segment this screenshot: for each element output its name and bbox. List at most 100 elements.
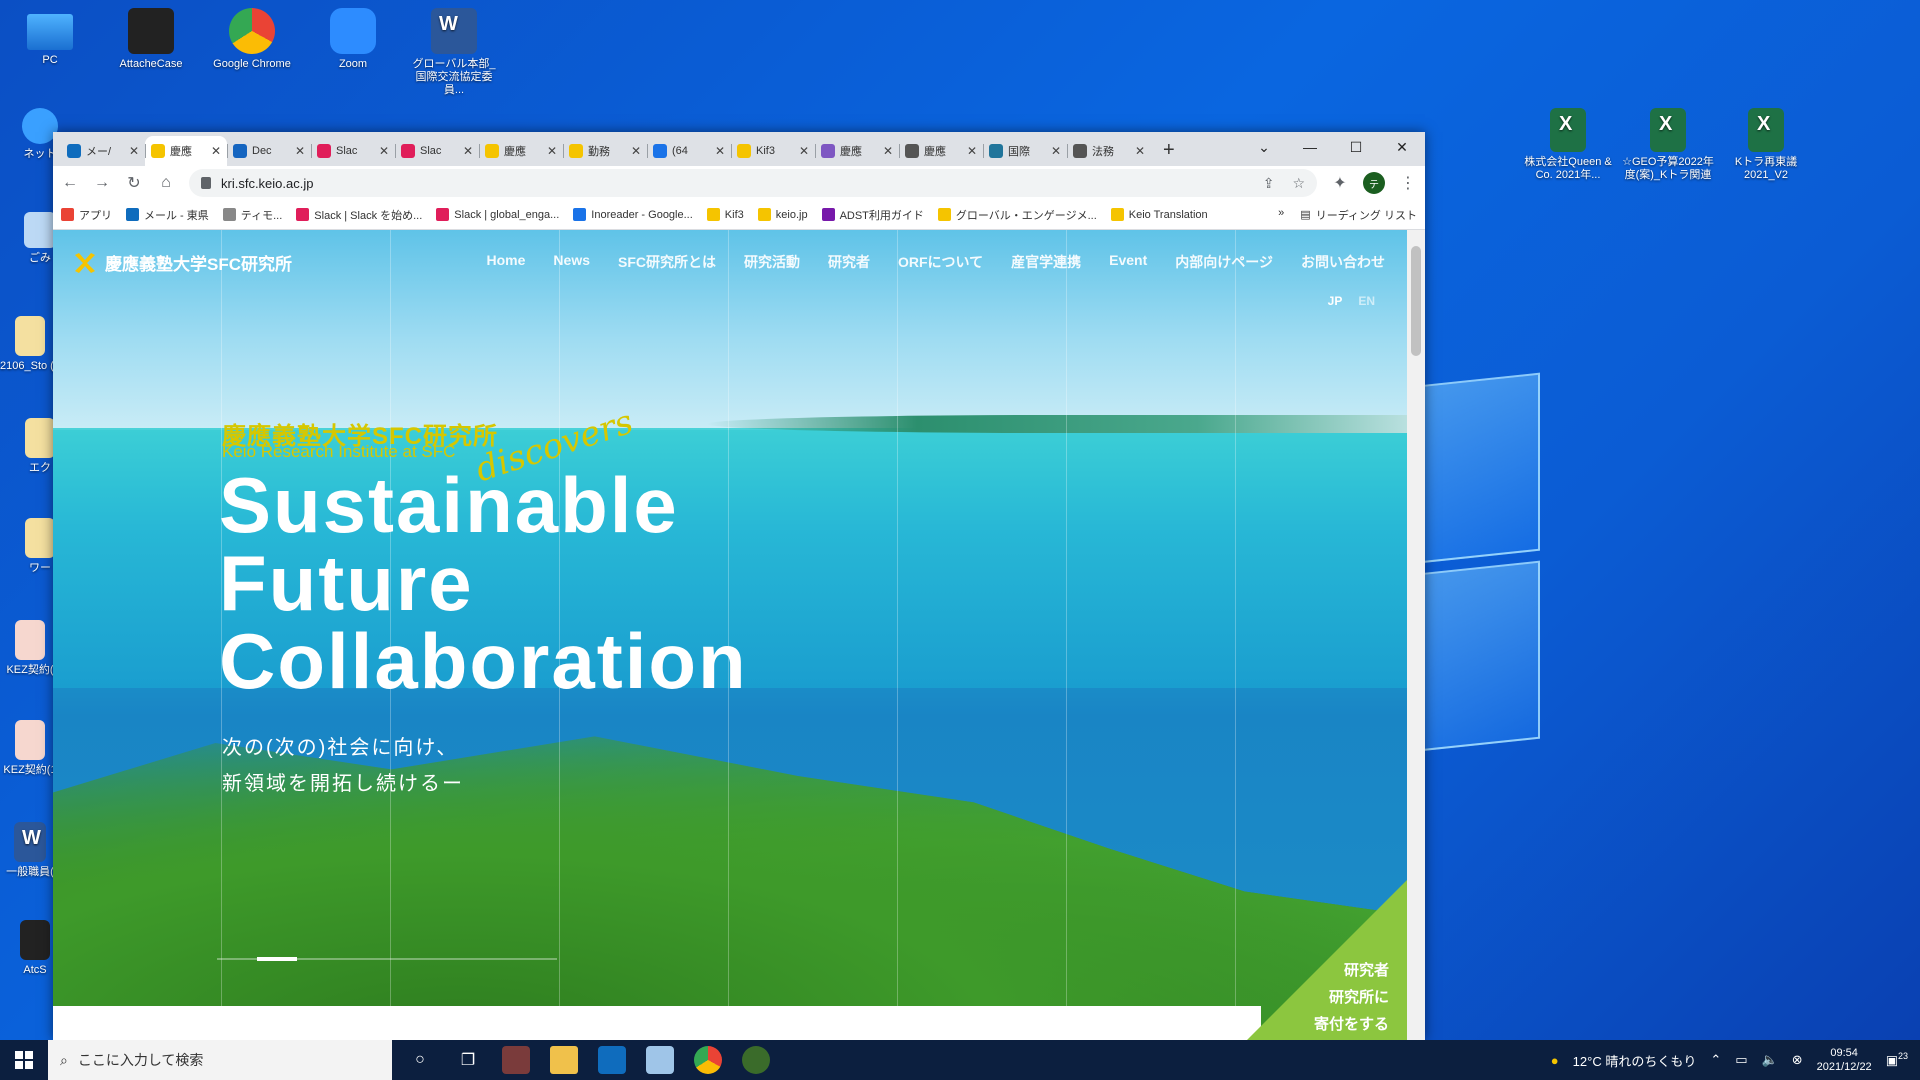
- close-window-icon[interactable]: ✕: [1379, 132, 1425, 162]
- app-icon-1[interactable]: [502, 1046, 530, 1074]
- nav-item[interactable]: 産官学連携: [1011, 252, 1081, 272]
- browser-tab[interactable]: 慶應 ✕: [479, 136, 563, 166]
- address-bar[interactable]: kri.sfc.keio.ac.jp ⇪ ☆: [189, 169, 1317, 197]
- bookmark-item[interactable]: Inoreader - Google...: [573, 207, 693, 223]
- weather-text[interactable]: 12°C 晴れのちくもり: [1573, 1051, 1697, 1070]
- file-explorer-icon[interactable]: [550, 1046, 578, 1074]
- start-button[interactable]: [0, 1040, 48, 1080]
- browser-tab[interactable]: 勤務 ✕: [563, 136, 647, 166]
- extensions-icon[interactable]: ✦: [1331, 173, 1349, 193]
- tab-close-icon[interactable]: ✕: [547, 144, 557, 158]
- tray-overflow-icon[interactable]: ⌃: [1710, 1052, 1721, 1068]
- desktop-icon-excel-2[interactable]: ☆GEO予算2022年度(案)_Kトラ関連: [1618, 108, 1718, 182]
- browser-tab[interactable]: 慶應 ✕: [899, 136, 983, 166]
- bookmark-item[interactable]: ティモ...: [222, 207, 282, 223]
- bookmark-star-icon[interactable]: ☆: [1292, 175, 1305, 192]
- browser-tab[interactable]: 国際 ✕: [983, 136, 1067, 166]
- tab-close-icon[interactable]: ✕: [129, 144, 139, 158]
- browser-tab[interactable]: 慶應 ✕: [145, 136, 227, 166]
- desktop-icon-pc[interactable]: PC: [4, 8, 96, 67]
- bookmark-item[interactable]: アプリ: [61, 207, 112, 223]
- tab-close-icon[interactable]: ✕: [1135, 144, 1145, 158]
- bookmark-item[interactable]: Slack | Slack を始め...: [296, 207, 422, 223]
- slider-progress[interactable]: [217, 957, 557, 961]
- home-icon[interactable]: ⌂: [157, 174, 175, 192]
- nav-item[interactable]: 研究活動: [744, 252, 800, 272]
- tab-close-icon[interactable]: ✕: [1051, 144, 1061, 158]
- task-view-icon[interactable]: ❐: [454, 1046, 482, 1074]
- maximize-icon[interactable]: ☐: [1333, 132, 1379, 162]
- donate-button[interactable]: 研究者 研究所に 寄付をする: [1247, 880, 1407, 1040]
- desktop-icon-excel-3[interactable]: Kトラ再東議2021_V2: [1718, 108, 1814, 182]
- lock-icon[interactable]: [201, 177, 211, 189]
- clock[interactable]: 09:54 2021/12/22: [1817, 1046, 1872, 1074]
- app-icon-2[interactable]: [646, 1046, 674, 1074]
- desktop-icon-attachecase[interactable]: AttacheCase: [105, 8, 197, 71]
- browser-tab[interactable]: Slac ✕: [311, 136, 395, 166]
- chrome-taskbar-icon[interactable]: [694, 1046, 722, 1074]
- desktop-icon-excel-1[interactable]: 株式会社Queen & Co. 2021年...: [1518, 108, 1618, 182]
- cortana-icon[interactable]: ○: [406, 1046, 434, 1074]
- tab-close-icon[interactable]: ✕: [967, 144, 977, 158]
- browser-tab[interactable]: 慶應 ✕: [815, 136, 899, 166]
- reading-list-button[interactable]: ▤ リーディング リスト: [1300, 207, 1417, 223]
- browser-tab[interactable]: Slac ✕: [395, 136, 479, 166]
- browser-tab[interactable]: (64 ✕: [647, 136, 731, 166]
- browser-tab[interactable]: Dec ✕: [227, 136, 311, 166]
- app-icon-3[interactable]: [742, 1046, 770, 1074]
- lang-jp[interactable]: JP: [1328, 294, 1343, 308]
- bookmark-item[interactable]: Keio Translation: [1110, 207, 1208, 223]
- bookmark-item[interactable]: ADST利用ガイド: [821, 207, 924, 223]
- desktop-icon-zoom[interactable]: Zoom: [307, 8, 399, 71]
- new-tab-icon[interactable]: +: [1151, 139, 1187, 166]
- lang-en[interactable]: EN: [1358, 294, 1375, 308]
- nav-item[interactable]: 研究者: [828, 252, 870, 272]
- desktop-icon-chrome[interactable]: Google Chrome: [206, 8, 298, 71]
- browser-tab[interactable]: メー/ ✕: [61, 136, 145, 166]
- desktop-icon-pdf-1[interactable]: KEZ契約(: [0, 620, 60, 677]
- nav-item[interactable]: Home: [487, 252, 526, 272]
- bookmark-item[interactable]: Slack | global_enga...: [436, 207, 559, 223]
- forward-icon[interactable]: →: [93, 174, 111, 192]
- profile-avatar[interactable]: テ: [1363, 172, 1385, 194]
- minimize-icon[interactable]: —: [1287, 132, 1333, 162]
- reload-icon[interactable]: ↻: [125, 173, 143, 193]
- tab-close-icon[interactable]: ✕: [883, 144, 893, 158]
- nav-item[interactable]: Event: [1109, 252, 1147, 272]
- nav-item[interactable]: ORFについて: [898, 252, 983, 272]
- tab-close-icon[interactable]: ✕: [715, 144, 725, 158]
- browser-tab[interactable]: Kif3 ✕: [731, 136, 815, 166]
- network-tray-icon[interactable]: ▭: [1735, 1052, 1747, 1068]
- taskbar-search[interactable]: ⌕ ここに入力して検索: [48, 1040, 392, 1080]
- bookmark-item[interactable]: メール - 東県: [126, 207, 209, 223]
- outlook-icon[interactable]: [598, 1046, 626, 1074]
- back-icon[interactable]: ←: [61, 174, 79, 192]
- ime-icon[interactable]: ⊗: [1792, 1052, 1803, 1068]
- bookmark-item[interactable]: Kif3: [706, 207, 744, 223]
- tab-close-icon[interactable]: ✕: [463, 144, 473, 158]
- tab-close-icon[interactable]: ✕: [631, 144, 641, 158]
- volume-icon[interactable]: 🔈: [1762, 1052, 1778, 1068]
- bookmark-item[interactable]: keio.jp: [757, 207, 808, 223]
- desktop-icon-pdf-2[interactable]: KEZ契約(1: [0, 720, 60, 777]
- url-text[interactable]: kri.sfc.keio.ac.jp: [221, 176, 313, 191]
- nav-item[interactable]: News: [553, 252, 590, 272]
- bookmarks-overflow[interactable]: »: [1278, 207, 1284, 223]
- nav-item[interactable]: SFC研究所とは: [618, 252, 716, 272]
- page-scrollbar[interactable]: [1407, 230, 1425, 1040]
- desktop-icon-word-doc[interactable]: グローバル本部_国際交流協定委員...: [408, 8, 500, 97]
- desktop-icon-word-2[interactable]: 一般職員(: [0, 822, 60, 879]
- share-icon[interactable]: ⇪: [1263, 175, 1275, 192]
- tab-search-icon[interactable]: ⌄: [1241, 132, 1287, 162]
- nav-item[interactable]: 内部向けページ: [1175, 252, 1273, 272]
- tab-close-icon[interactable]: ✕: [295, 144, 305, 158]
- tab-close-icon[interactable]: ✕: [379, 144, 389, 158]
- menu-kebab-icon[interactable]: ⋮: [1399, 173, 1417, 193]
- nav-item[interactable]: お問い合わせ: [1301, 252, 1385, 272]
- site-logo[interactable]: 慶應義塾大学SFC研究所: [73, 250, 292, 275]
- bookmark-item[interactable]: グローバル・エンゲージメ...: [937, 207, 1097, 223]
- weather-icon[interactable]: ●: [1551, 1053, 1559, 1068]
- desktop-icon-file-1[interactable]: 2106_Sto (2: [0, 316, 60, 373]
- scrollbar-thumb[interactable]: [1411, 246, 1421, 356]
- notification-center-icon[interactable]: ▣23: [1886, 1051, 1908, 1068]
